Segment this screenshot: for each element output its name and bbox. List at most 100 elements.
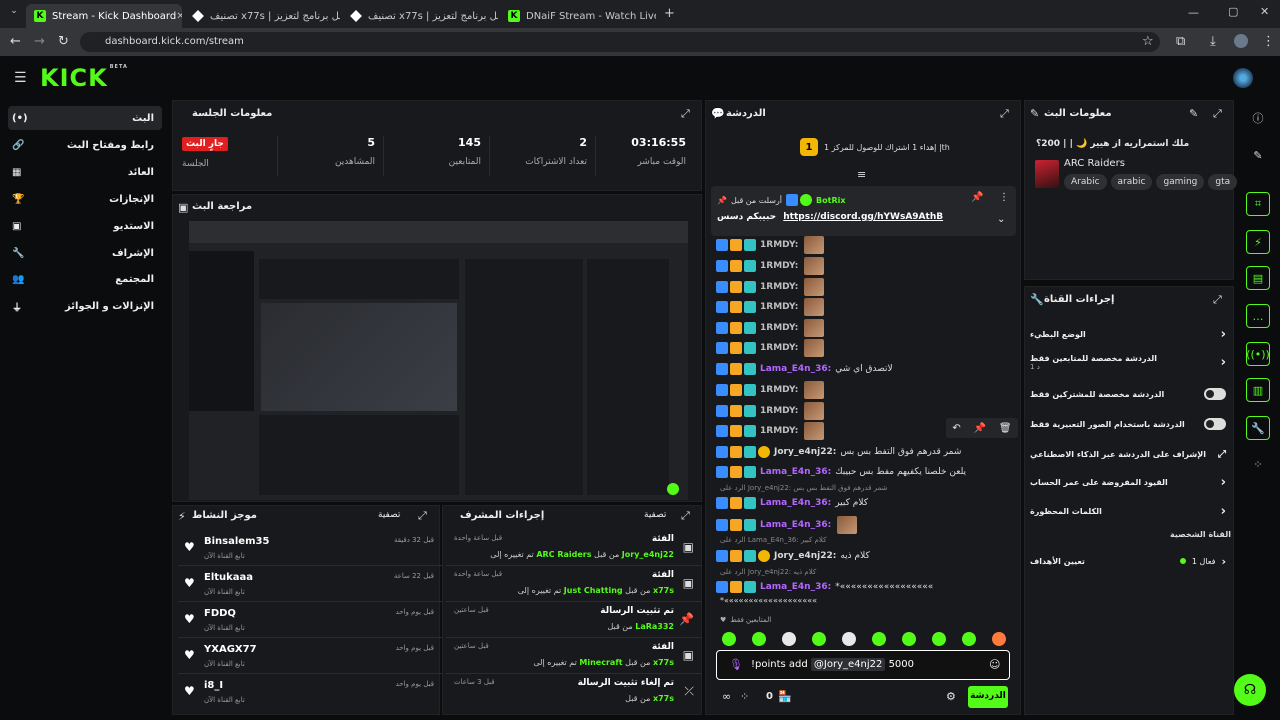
channel-action-row[interactable]: الإشراف على الدردشة عبر الذكاء الاصطناعي… bbox=[1030, 446, 1226, 462]
expand-icon[interactable]: ⤢ bbox=[681, 509, 690, 523]
pin-toggle-icon[interactable]: 📌 bbox=[971, 192, 983, 203]
pencil-icon[interactable]: ✎ bbox=[1246, 143, 1270, 167]
pin-icon[interactable]: 📌 bbox=[974, 423, 986, 434]
layout-icon[interactable]: ▥ bbox=[1246, 378, 1270, 402]
chat-username[interactable]: 1RMDY: bbox=[760, 323, 798, 333]
chat-username[interactable]: 1RMDY: bbox=[760, 385, 798, 395]
chat-message[interactable]: Lama_E4n_36: *««««««««««««««««« bbox=[716, 578, 1016, 596]
chat-message[interactable]: 1RMDY: bbox=[716, 236, 1016, 254]
chat-message[interactable]: Lama_E4n_36: bbox=[716, 516, 1016, 534]
back-icon[interactable]: ← bbox=[10, 34, 21, 49]
chevron-down-icon[interactable]: ⌄ bbox=[997, 214, 1005, 225]
emoji-picker-icon[interactable]: ☺ bbox=[989, 658, 1000, 671]
lightning-icon[interactable]: ⚡ bbox=[1246, 230, 1270, 254]
channel-action-row[interactable]: القيود المفروضة على عمر الحساب › bbox=[1030, 474, 1226, 490]
download-icon[interactable]: ⤓ bbox=[1210, 34, 1216, 49]
bookmark-star-icon[interactable]: ☆ bbox=[1142, 34, 1154, 49]
quick-emote-icon[interactable] bbox=[722, 632, 736, 646]
minimize-button[interactable]: — bbox=[1188, 6, 1199, 19]
chat-username[interactable]: 1RMDY: bbox=[760, 261, 798, 271]
browser-tab[interactable]: K Stream - Kick Dashboard ✕ bbox=[26, 4, 182, 28]
forward-icon[interactable]: → bbox=[34, 34, 45, 49]
broadcast-icon[interactable]: ((•)) bbox=[1246, 342, 1270, 366]
chat-username[interactable]: Lama_E4n_36: bbox=[760, 498, 831, 508]
expand-icon[interactable]: ⤢ bbox=[1213, 107, 1222, 121]
channel-action-row[interactable]: الوضع البطيء › bbox=[1030, 326, 1226, 342]
chat-send-button[interactable]: الدردشة bbox=[968, 686, 1008, 708]
pencil-icon[interactable]: ✎ bbox=[1189, 107, 1198, 120]
quick-emote-icon[interactable] bbox=[782, 632, 796, 646]
hamburger-menu-icon[interactable]: ☰ bbox=[14, 70, 27, 86]
chat-settings-icon[interactable]: ⚙ bbox=[946, 690, 956, 703]
set-goals-row[interactable]: تعيين الأهداف فعال 1 › bbox=[1030, 554, 1226, 568]
close-icon[interactable]: ✕ bbox=[176, 11, 182, 22]
quick-emote-icon[interactable] bbox=[962, 632, 976, 646]
settings-dots-icon[interactable]: ⁘ bbox=[740, 690, 749, 703]
maximize-button[interactable]: ▢ bbox=[1228, 5, 1238, 18]
channel-action-row[interactable]: الدردشة باستخدام الصور التعبيرية فقط bbox=[1030, 416, 1226, 432]
quick-emote-icon[interactable] bbox=[842, 632, 856, 646]
chat-username[interactable]: 1RMDY: bbox=[760, 406, 798, 416]
support-button[interactable]: ☊ bbox=[1234, 674, 1266, 706]
mod-actions-filter-button[interactable]: تصفية bbox=[644, 510, 666, 520]
quick-emote-icon[interactable] bbox=[752, 632, 766, 646]
kick-logo[interactable]: KICK BETA bbox=[40, 64, 128, 92]
sidebar-item-studio[interactable]: ▣ الاستديو bbox=[8, 214, 162, 238]
microphone-icon[interactable]: 🎙 bbox=[729, 658, 743, 671]
sidebar-item-community[interactable]: 👥 المجتمع bbox=[8, 267, 162, 291]
sidebar-item-stream-key[interactable]: 🔗 رابط ومفتاح البث bbox=[8, 133, 162, 157]
collapse-banner-icon[interactable]: ≡ bbox=[857, 168, 866, 181]
chat-input[interactable]: 🎙 !points add @Jory_e4nj22 5000 ☺ bbox=[716, 650, 1010, 680]
reply-icon[interactable]: ↶ bbox=[952, 423, 960, 434]
sidebar-item-moderation[interactable]: 🔧 الإشراف bbox=[8, 241, 162, 265]
points-icon[interactable]: ∞ bbox=[722, 690, 731, 703]
chat-username[interactable]: Lama_E4n_36: bbox=[760, 364, 831, 374]
new-tab-button[interactable]: + bbox=[664, 6, 675, 21]
browser-tab[interactable]: KDNaiF Stream - Watch Live on K✕ bbox=[500, 4, 656, 28]
chat-message[interactable]: 1RMDY: bbox=[716, 339, 1016, 357]
chat-username[interactable]: Lama_E4n_36: bbox=[760, 582, 831, 592]
user-avatar[interactable] bbox=[1233, 68, 1253, 88]
profile-avatar[interactable] bbox=[1234, 34, 1248, 48]
quick-emote-icon[interactable] bbox=[872, 632, 886, 646]
sidebar-item-revenue[interactable]: ▦ العائد bbox=[8, 160, 162, 184]
clipboard-icon[interactable]: ▤ bbox=[1246, 266, 1270, 290]
browser-tab[interactable]: تصنيف x77s | أفضل برنامج لتعزيز✕ bbox=[342, 4, 498, 28]
expand-icon[interactable]: ⤢ bbox=[1000, 107, 1009, 121]
sidebar-item-achievements[interactable]: 🏆 الإنجازات bbox=[8, 187, 162, 211]
browser-menu-icon[interactable]: ⋮ bbox=[1262, 34, 1275, 49]
quick-emote-icon[interactable] bbox=[992, 632, 1006, 646]
sidebar-item-live[interactable]: (•) البث bbox=[8, 106, 162, 130]
channel-action-row[interactable]: الدردشة مخصصة للمتابعين فقط 1 د › bbox=[1030, 354, 1226, 371]
chat-username[interactable]: Lama_E4n_36: bbox=[760, 467, 831, 477]
toggle-switch[interactable] bbox=[1204, 418, 1226, 430]
expand-icon[interactable]: ⤢ bbox=[418, 509, 427, 523]
chat-username[interactable]: 1RMDY: bbox=[760, 302, 798, 312]
chat-username[interactable]: 1RMDY: bbox=[760, 426, 798, 436]
channel-action-row[interactable]: الكلمات المحظورة › bbox=[1030, 503, 1226, 519]
more-options-icon[interactable]: ⋮ bbox=[999, 192, 1009, 203]
chat-message[interactable]: Jory_e4nj22: شمر قدرهم فوق التفط بس بس bbox=[716, 443, 1016, 461]
chat-message[interactable]: Lama_E4n_36: يلعن خلصنا يكفيهم مفط بس حبي… bbox=[716, 463, 1016, 481]
quick-emote-icon[interactable] bbox=[812, 632, 826, 646]
extensions-icon[interactable]: ⧉ bbox=[1176, 34, 1185, 49]
chat-message[interactable]: 1RMDY: bbox=[716, 298, 1016, 316]
expand-icon[interactable]: ⤢ bbox=[1213, 293, 1222, 307]
chat-username[interactable]: 1RMDY: bbox=[760, 282, 798, 292]
chat-username[interactable]: 1RMDY: bbox=[760, 240, 798, 250]
window-close-button[interactable]: ✕ bbox=[1260, 5, 1269, 18]
expand-icon[interactable]: ⤢ bbox=[681, 107, 690, 121]
info-icon[interactable]: ⓘ bbox=[1246, 106, 1270, 130]
reload-icon[interactable]: ↻ bbox=[58, 34, 69, 49]
chat-username[interactable]: Jory_e4nj22: bbox=[774, 447, 836, 457]
chat-username[interactable]: Lama_E4n_36: bbox=[760, 520, 831, 530]
quick-emote-icon[interactable] bbox=[902, 632, 916, 646]
channel-action-row[interactable]: الدردشة مخصصة للمشتركين فقط bbox=[1030, 386, 1226, 402]
apps-icon[interactable]: ⁘ bbox=[1246, 452, 1270, 476]
url-field[interactable]: dashboard.kick.com/stream bbox=[80, 32, 1160, 52]
chat-message[interactable]: 1RMDY: bbox=[716, 257, 1016, 275]
sidebar-item-drops[interactable]: ⏚ الإنزالات و الجوائز bbox=[8, 294, 162, 318]
toggle-switch[interactable] bbox=[1204, 388, 1226, 400]
chat-icon[interactable]: … bbox=[1246, 304, 1270, 328]
pinned-link[interactable]: https://discord.gg/hYWsA9AthB bbox=[783, 212, 943, 222]
